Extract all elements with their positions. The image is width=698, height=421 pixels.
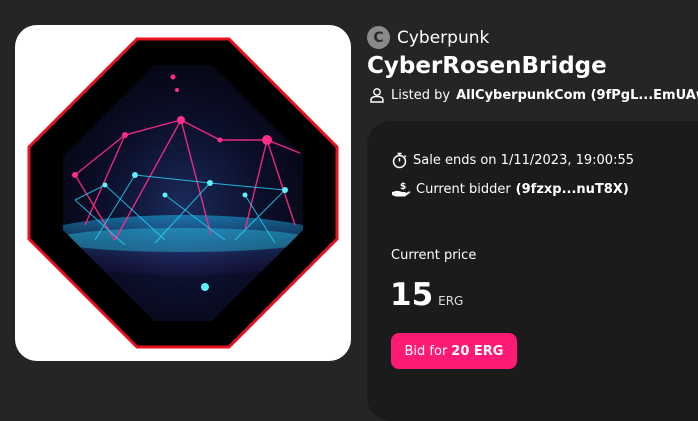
price-value: 15 — [390, 277, 434, 313]
collection-name: Cyberpunk — [397, 27, 490, 48]
user-icon — [369, 87, 385, 103]
listed-by: Listed by AllCyberpunkCom (9fPgL...EmUAw… — [369, 87, 698, 103]
listed-by-label: Listed by — [391, 87, 451, 103]
price-unit: ERG — [438, 294, 464, 308]
current-bidder: $ Current bidder (9fzxp...nuT8X) — [391, 181, 629, 198]
current-bidder-label: Current bidder — [416, 182, 511, 197]
bid-button-amount: 20 ERG — [451, 343, 504, 359]
hand-coin-icon: $ — [391, 181, 411, 198]
collection-link[interactable]: C Cyberpunk — [367, 26, 489, 49]
bid-button[interactable]: Bid for 20 ERG — [391, 333, 517, 369]
nft-image — [27, 37, 339, 349]
current-price: 15 ERG — [390, 277, 463, 313]
nft-title: CyberRosenBridge — [367, 53, 607, 79]
collection-avatar: C — [367, 26, 390, 49]
svg-text:$: $ — [400, 182, 406, 192]
bid-button-prefix: Bid for — [404, 343, 448, 359]
sale-ends-text: Sale ends on 1/11/2023, 19:00:55 — [413, 153, 634, 168]
sale-ends: Sale ends on 1/11/2023, 19:00:55 — [391, 152, 634, 169]
current-price-label: Current price — [391, 248, 477, 263]
current-bidder-address[interactable]: (9fzxp...nuT8X) — [516, 182, 629, 197]
seller-link[interactable]: AllCyberpunkCom (9fPgL...EmUAw) — [456, 88, 698, 103]
nft-artwork[interactable] — [15, 25, 351, 361]
stopwatch-icon — [391, 152, 408, 169]
